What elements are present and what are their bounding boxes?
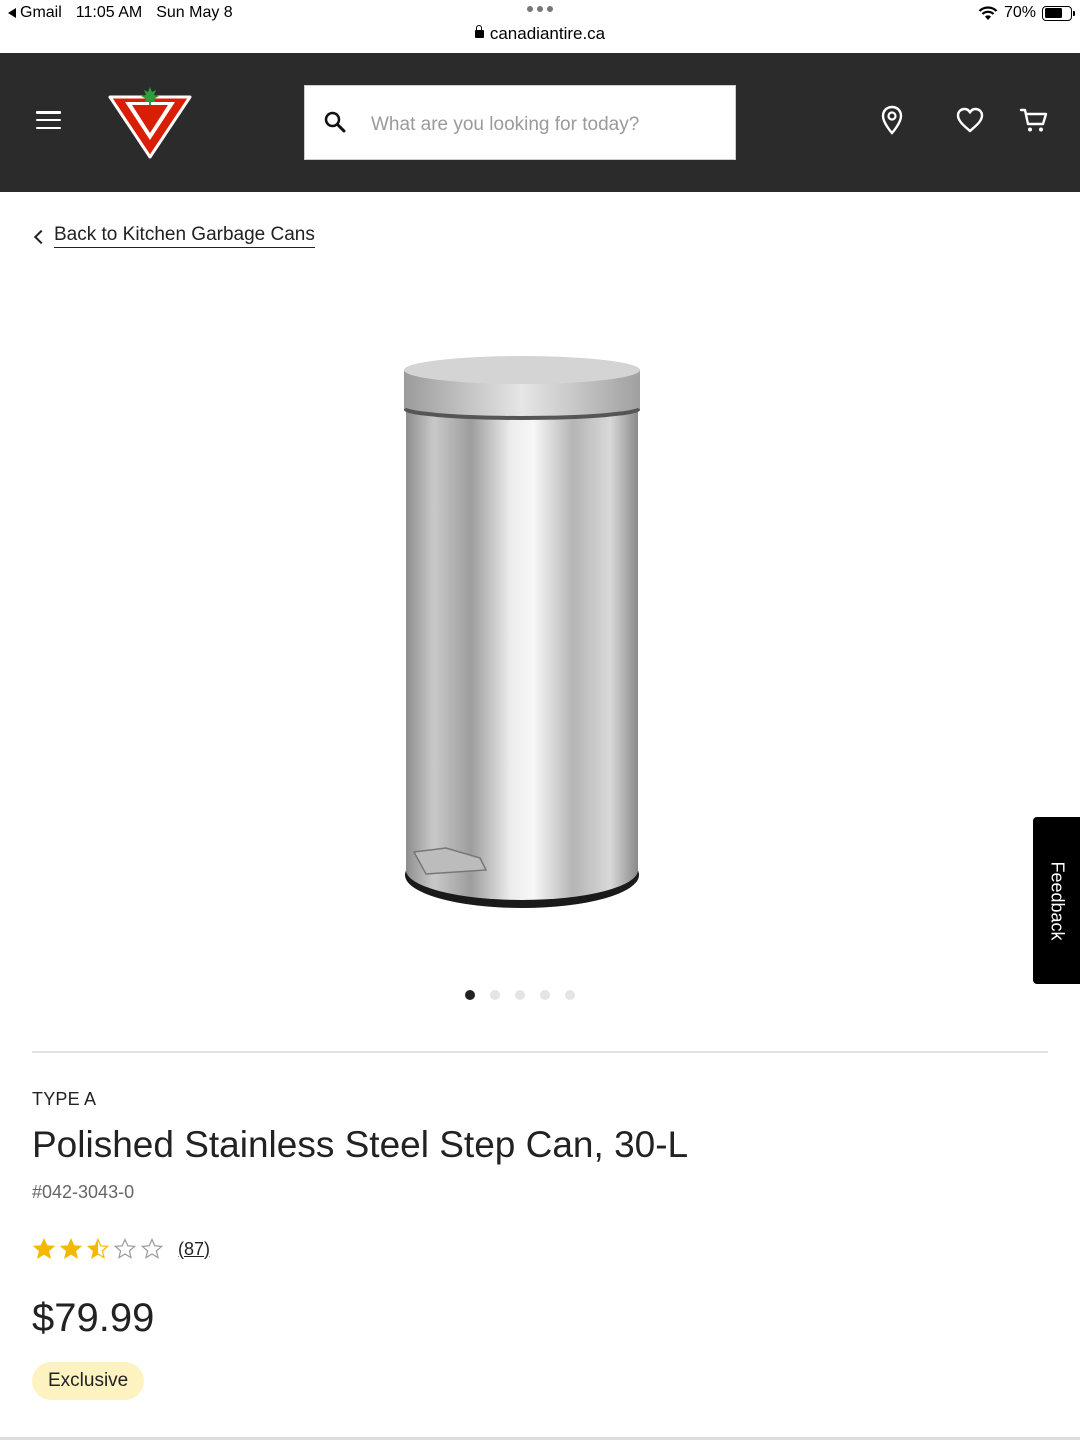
chevron-left-icon: [33, 229, 49, 244]
wifi-icon: [978, 5, 998, 20]
star-full-icon: [60, 1238, 82, 1259]
star-empty-icon: [141, 1238, 163, 1259]
store-locator-icon[interactable]: [877, 105, 907, 135]
wishlist-heart-icon[interactable]: [955, 105, 985, 135]
product-price: $79.99: [32, 1296, 155, 1340]
address-bar[interactable]: canadiantire.ca: [0, 24, 1080, 44]
browser-menu-dots-icon[interactable]: [527, 6, 553, 12]
carousel-dot[interactable]: [515, 990, 525, 1000]
back-to-app-button[interactable]: Gmail: [8, 4, 62, 22]
carousel-dot[interactable]: [540, 990, 550, 1000]
canadian-tire-logo[interactable]: [108, 85, 192, 161]
divider: [32, 1051, 1048, 1053]
feedback-tab[interactable]: Feedback: [1033, 817, 1080, 984]
rating-stars: [33, 1238, 163, 1260]
status-bar: Gmail 11:05 AM Sun May 8 70% canadiantir…: [0, 0, 1080, 43]
star-empty-icon: [114, 1238, 136, 1259]
product-brand[interactable]: TYPE A: [32, 1089, 96, 1110]
site-header: What are you looking for today?: [0, 53, 1080, 192]
star-half-icon: [87, 1238, 109, 1259]
carousel-dot[interactable]: [565, 990, 575, 1000]
product-image[interactable]: [380, 340, 660, 920]
back-to-category-link[interactable]: Back to Kitchen Garbage Cans: [33, 224, 315, 248]
search-icon[interactable]: [323, 110, 347, 134]
back-link-label: Back to Kitchen Garbage Cans: [54, 224, 315, 248]
feedback-label: Feedback: [1047, 860, 1067, 941]
battery-percent: 70%: [1003, 4, 1036, 21]
menu-icon[interactable]: [36, 111, 61, 129]
image-carousel-dots: [465, 990, 575, 1000]
back-triangle-icon: [8, 8, 16, 18]
review-count-link[interactable]: (87): [178, 1239, 210, 1260]
status-date: Sun May 8: [156, 4, 233, 21]
back-app-label: Gmail: [20, 4, 62, 21]
product-title: Polished Stainless Steel Step Can, 30-L: [32, 1124, 689, 1165]
search-bar[interactable]: What are you looking for today?: [304, 85, 736, 160]
battery-icon: [1042, 5, 1075, 21]
url-text: canadiantire.ca: [489, 24, 606, 43]
lock-icon: [474, 25, 484, 38]
product-sku: #042-3043-0: [32, 1182, 135, 1202]
cart-icon[interactable]: [1019, 105, 1049, 135]
carousel-dot[interactable]: [465, 990, 475, 1000]
search-input[interactable]: What are you looking for today?: [371, 114, 639, 136]
product-rating[interactable]: (87): [33, 1238, 210, 1260]
status-time: 11:05 AM: [75, 4, 143, 21]
exclusive-badge: Exclusive: [32, 1362, 145, 1400]
carousel-dot[interactable]: [490, 990, 500, 1000]
star-full-icon: [33, 1238, 55, 1259]
